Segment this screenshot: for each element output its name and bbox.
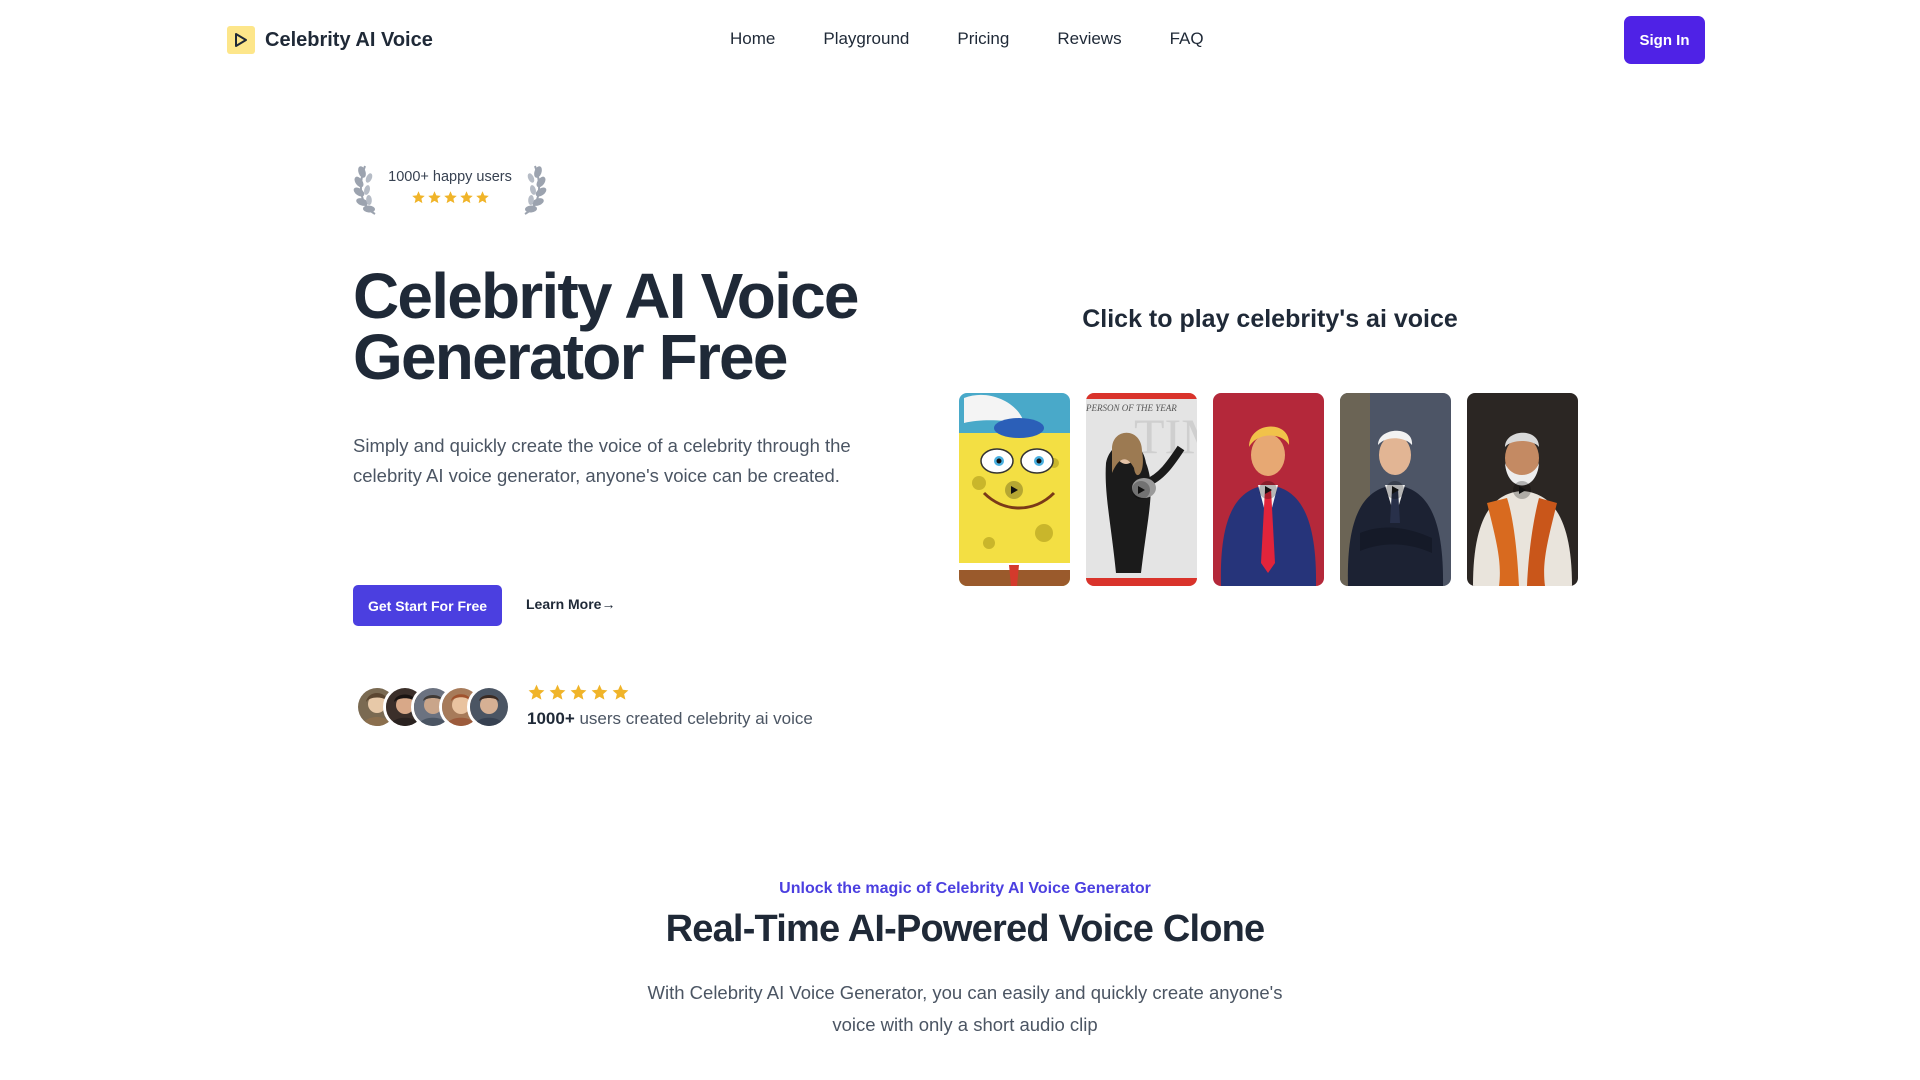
star-icon: [427, 191, 441, 204]
badge-text: 1000+ happy users: [388, 169, 512, 185]
star-icon: [443, 191, 457, 204]
hero-description: Simply and quickly create the voice of a…: [353, 435, 851, 486]
section-description: With Celebrity AI Voice Generator, you c…: [647, 982, 1283, 1035]
play-icon[interactable]: [1132, 481, 1150, 499]
learn-more-link[interactable]: Learn More→: [526, 596, 615, 612]
celebrity-card-2[interactable]: PERSON OF THE YEAR TIME: [1086, 393, 1197, 586]
nav-links: Home Playground Pricing Reviews FAQ: [730, 29, 1204, 49]
hero-title: Celebrity AI Voice Generator Free: [353, 264, 973, 389]
star-icon: [612, 684, 629, 700]
section-eyebrow: Unlock the magic of Celebrity AI Voice G…: [779, 880, 1151, 897]
star-icon: [549, 684, 566, 700]
avatar: [467, 685, 511, 729]
badge-rating: [353, 190, 547, 205]
hero-title-line-2: Generator Free: [353, 321, 788, 393]
get-started-button[interactable]: Get Start For Free: [353, 585, 502, 626]
star-icon: [475, 191, 489, 204]
voices-heading: Click to play celebrity's ai voice: [1082, 305, 1458, 333]
star-icon: [570, 684, 587, 700]
proof-count: 1000+: [527, 709, 575, 728]
user-avatars: [355, 685, 515, 729]
happy-users-badge: 1000+ happy users: [353, 160, 547, 216]
brand-logo[interactable]: Celebrity AI Voice: [227, 26, 433, 54]
top-nav: Celebrity AI Voice Home Playground Prici…: [0, 0, 1920, 80]
brand-name: Celebrity AI Voice: [265, 28, 433, 51]
star-icon: [591, 684, 608, 700]
proof-rating: [527, 683, 630, 702]
play-logo-icon: [227, 26, 255, 54]
proof-caption: users created celebrity ai voice: [574, 709, 813, 728]
nav-link-playground[interactable]: Playground: [823, 29, 909, 49]
star-icon: [459, 191, 473, 204]
nav-link-home[interactable]: Home: [730, 29, 775, 49]
star-icon: [528, 684, 545, 700]
proof-text: 1000+ users created celebrity ai voice: [527, 709, 813, 729]
sign-in-button[interactable]: Sign In: [1624, 16, 1705, 64]
celebrity-card-4[interactable]: [1340, 393, 1451, 586]
celebrity-cards: PERSON OF THE YEAR TIME: [959, 393, 1578, 586]
section-title: Real-Time AI-Powered Voice Clone: [665, 908, 1266, 950]
celebrity-card-5[interactable]: [1467, 393, 1578, 586]
play-icon[interactable]: [1005, 481, 1023, 499]
celebrity-card-1[interactable]: [959, 393, 1070, 586]
star-icon: [411, 191, 425, 204]
play-icon[interactable]: [1259, 481, 1277, 499]
play-icon[interactable]: [1513, 481, 1531, 499]
nav-link-pricing[interactable]: Pricing: [957, 29, 1009, 49]
celebrity-card-3[interactable]: [1213, 393, 1324, 586]
play-icon[interactable]: [1386, 481, 1404, 499]
nav-link-faq[interactable]: FAQ: [1170, 29, 1204, 49]
nav-link-reviews[interactable]: Reviews: [1057, 29, 1121, 49]
